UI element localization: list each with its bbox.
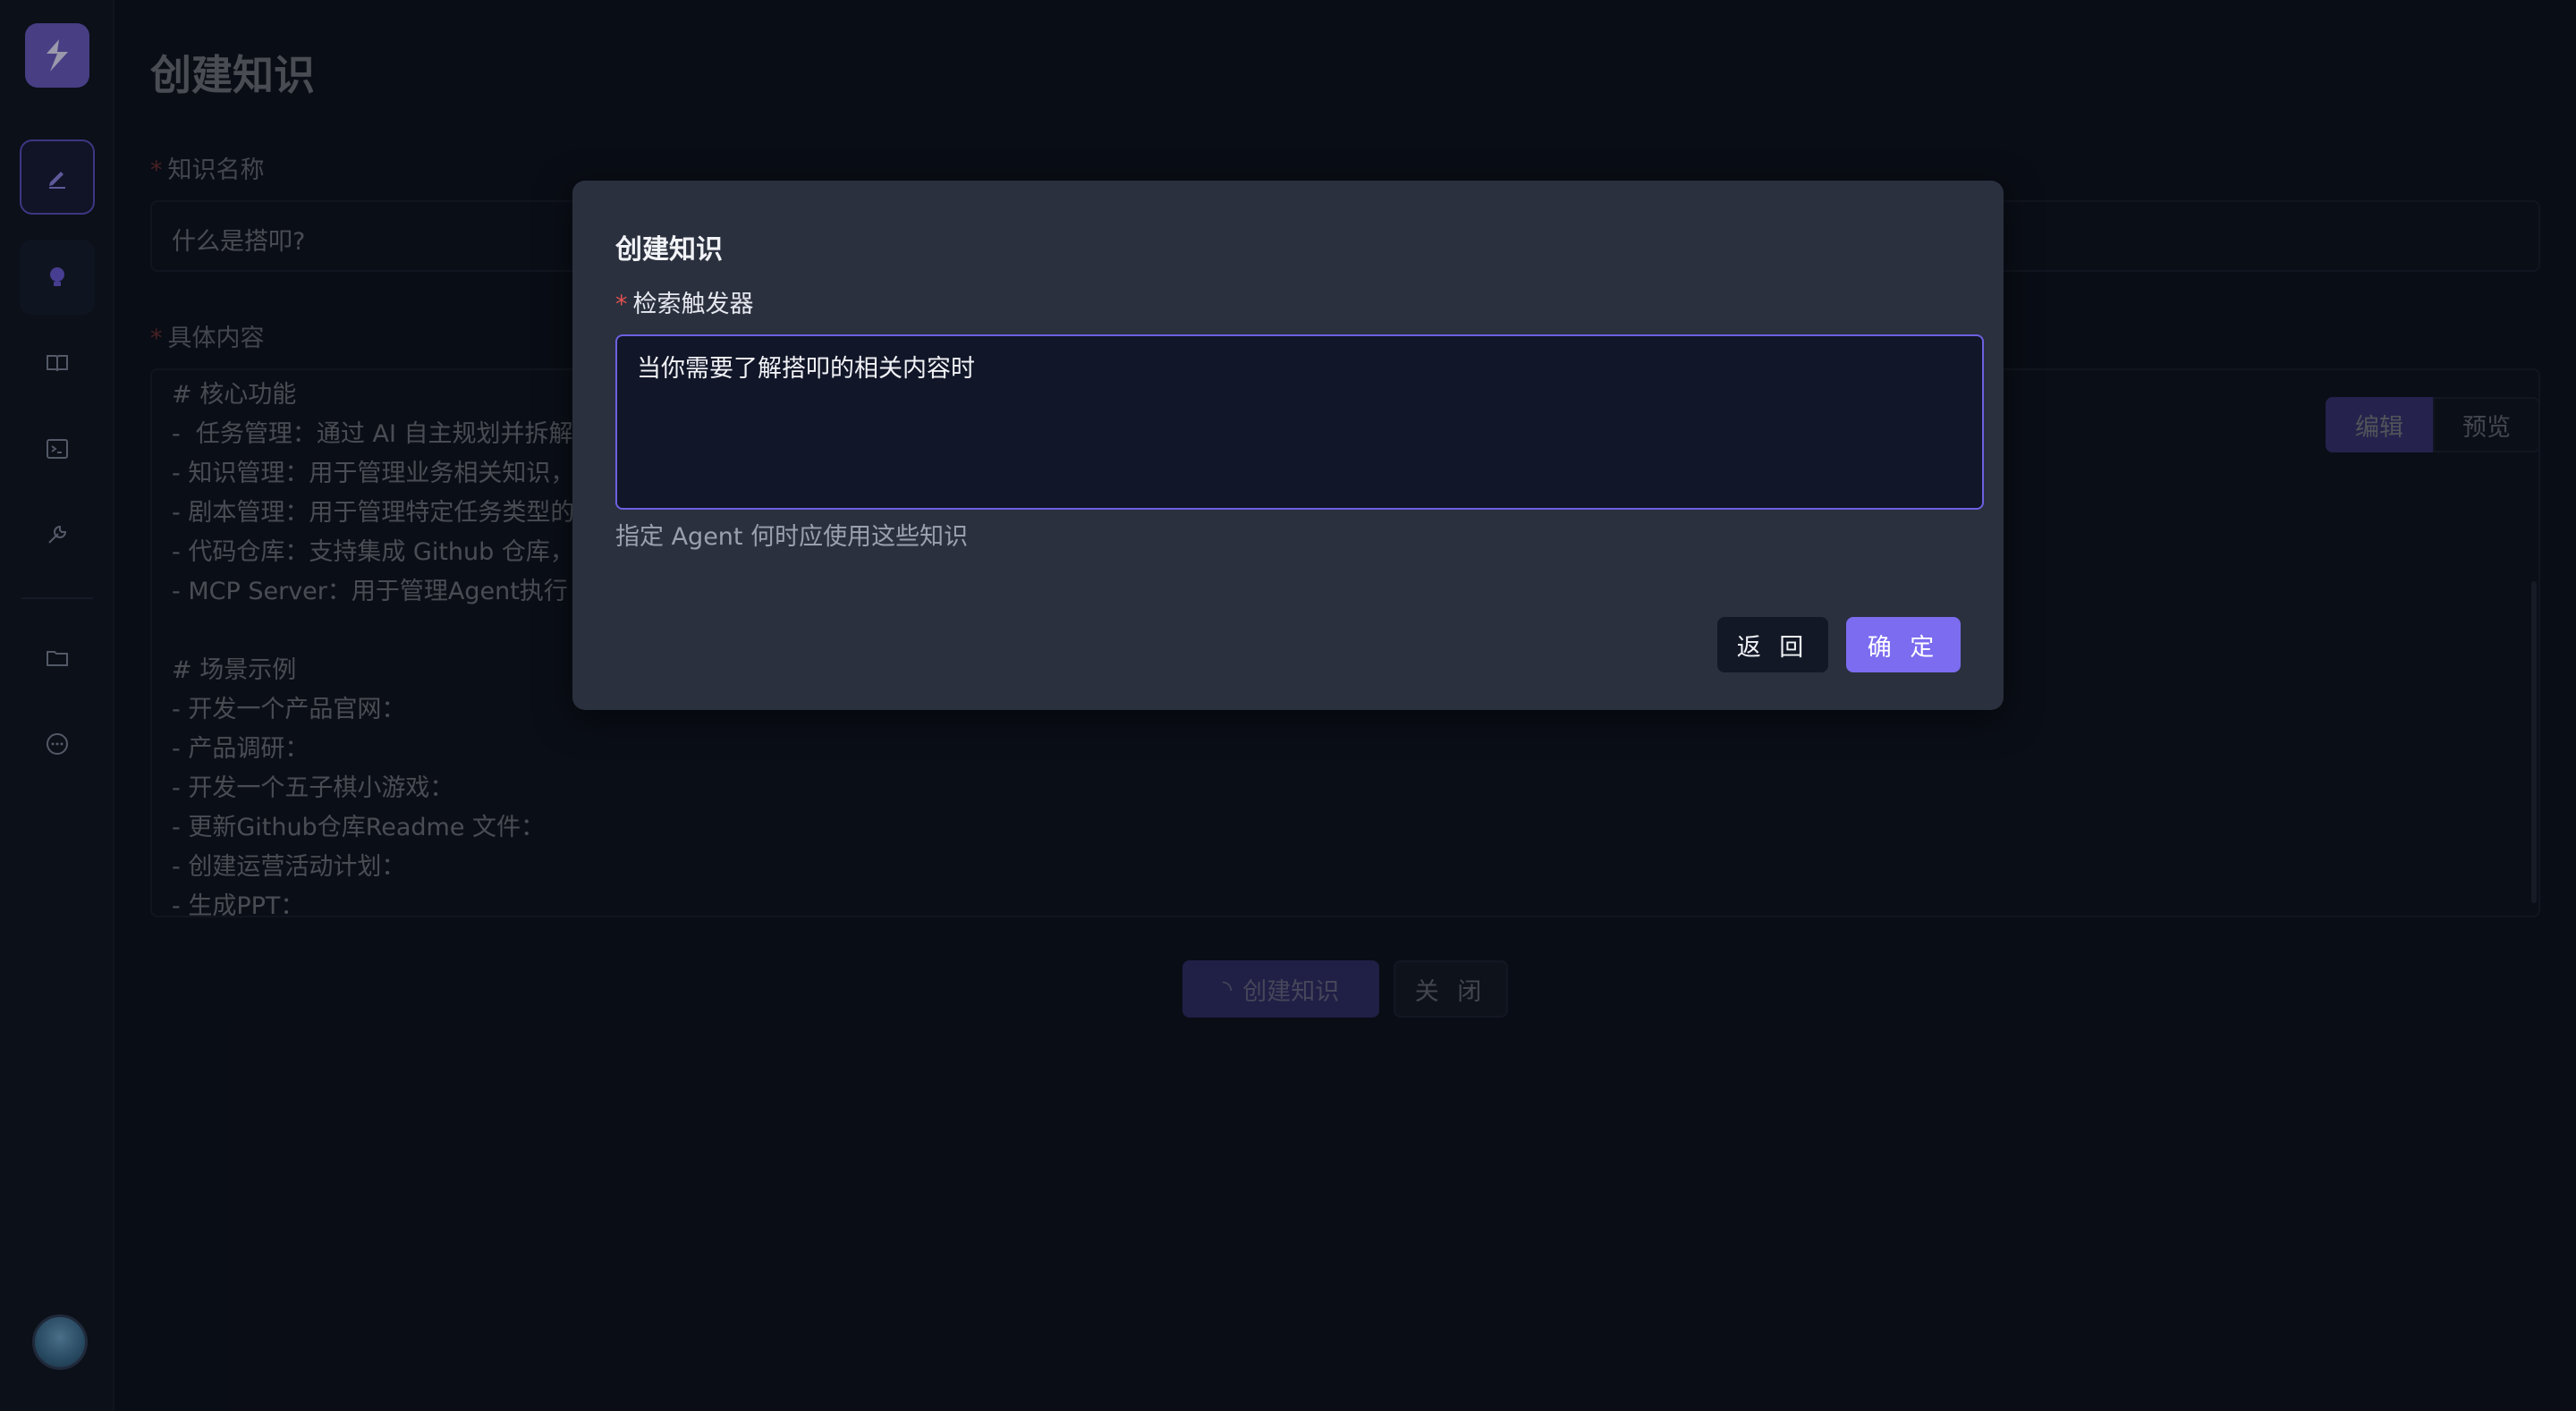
back-button[interactable]: 返 回 xyxy=(1717,617,1828,672)
trigger-hint: 指定 Agent 何时应使用这些知识 xyxy=(615,523,969,551)
dialog-title: 创建知识 xyxy=(615,234,723,266)
retrieval-trigger-input[interactable]: 当你需要了解搭叩的相关内容时 xyxy=(615,334,1984,510)
confirm-button[interactable]: 确 定 xyxy=(1846,617,1961,672)
dialog-footer: 返 回 确 定 xyxy=(1717,617,1961,672)
trigger-label-text: 检索触发器 xyxy=(632,291,754,318)
trigger-label: * 检索触发器 xyxy=(615,284,754,319)
app-root: 创建知识 * 知识名称 什么是搭叩? * 具体内容 # 核心功能 - 任务管理：通过… xyxy=(0,0,2576,1411)
create-knowledge-dialog: 创建知识 * 检索触发器 当你需要了解搭叩的相关内容时 指定 Agent 何时应使… xyxy=(572,181,2004,710)
required-mark: * xyxy=(615,291,628,318)
